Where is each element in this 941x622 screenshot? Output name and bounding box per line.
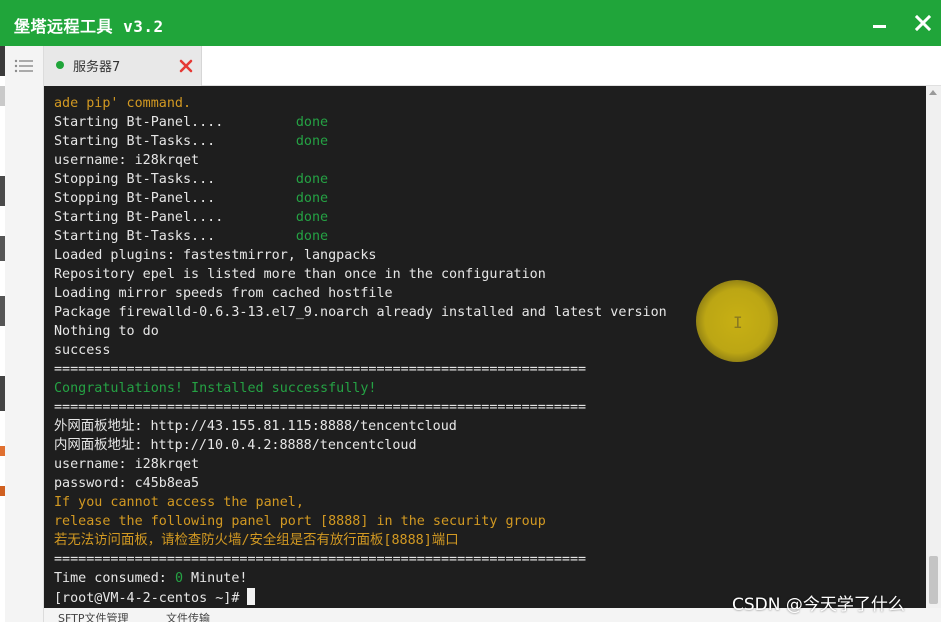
terminal-line: Stopping Bt-Panel... done	[54, 189, 921, 208]
close-window-button[interactable]	[906, 6, 940, 40]
terminal-line-text: Repository epel is listed more than once…	[54, 267, 546, 282]
terminal-line-text: Congratulations! Installed successfully!	[54, 381, 377, 396]
tab-server[interactable]: 服务器7	[44, 46, 202, 86]
terminal-line-text: Starting Bt-Tasks...	[54, 229, 216, 244]
terminal-line: Repository epel is listed more than once…	[54, 265, 921, 284]
terminal-line-text: If you cannot access the panel,	[54, 495, 304, 510]
menu-icon[interactable]	[14, 58, 34, 74]
watermark: CSDN @今天学了什么	[732, 595, 905, 615]
terminal-line: If you cannot access the panel,	[54, 493, 921, 512]
status-done: done	[295, 115, 329, 130]
tab-file-transfer[interactable]: 文件传输	[166, 610, 210, 622]
terminal-line: ade pip' command.	[54, 94, 921, 113]
terminal-line-text: ========================================…	[54, 552, 587, 567]
terminal-line-text: Stopping Bt-Tasks...	[54, 172, 216, 187]
terminal-line-text: Package firewalld-0.6.3-13.el7_9.noarch …	[54, 305, 667, 320]
terminal-line: ========================================…	[54, 360, 921, 379]
terminal-line-text: release the following panel port [8888] …	[54, 514, 546, 529]
terminal-line-text: Starting Bt-Panel....	[54, 115, 224, 130]
terminal-line-text: success	[54, 343, 111, 358]
status-done: done	[295, 191, 329, 206]
terminal-line: 外网面板地址: http://43.155.81.115:8888/tencen…	[54, 417, 921, 436]
tab-sftp[interactable]: SFTP文件管理	[58, 610, 128, 622]
close-icon	[915, 15, 931, 31]
terminal-line-text: [root@VM-4-2-centos ~]#	[54, 591, 248, 606]
terminal-output: ade pip' command. Starting Bt-Panel.... d…	[54, 94, 921, 607]
terminal-line: ========================================…	[54, 398, 921, 417]
time-consumed-value: 0	[174, 571, 183, 586]
terminal-line-text: password: c45b8ea5	[54, 476, 200, 491]
text-cursor-icon: I	[733, 313, 743, 332]
terminal-line: Starting Bt-Panel.... done	[54, 208, 921, 227]
terminal-cursor	[247, 588, 256, 605]
terminal-line: 若无法访问面板，请检查防火墙/安全组是否有放行面板[8888]端口	[54, 531, 921, 550]
sidebar	[5, 46, 44, 622]
terminal-view[interactable]: ade pip' command. Starting Bt-Panel.... d…	[44, 86, 941, 608]
tab-bar: 服务器7	[44, 46, 941, 86]
tab-label: 服务器7	[73, 60, 121, 75]
terminal-line: Starting Bt-Tasks... done	[54, 227, 921, 246]
terminal-line-text: Starting Bt-Panel....	[54, 210, 224, 225]
terminal-line: Stopping Bt-Tasks... done	[54, 170, 921, 189]
terminal-line-text: Stopping Bt-Panel...	[54, 191, 216, 206]
scroll-up-icon[interactable]	[929, 90, 937, 95]
status-done: done	[295, 229, 329, 244]
terminal-line-text: 若无法访问面板，请检查防火墙/安全组是否有放行面板[8888]端口	[54, 533, 459, 548]
terminal-line-text: username: i28krqet	[54, 153, 200, 168]
terminal-line: Loaded plugins: fastestmirror, langpacks	[54, 246, 921, 265]
status-done: done	[295, 210, 329, 225]
terminal-line-text: Loading mirror speeds from cached hostfi…	[54, 286, 393, 301]
terminal-line-text: 内网面板地址: http://10.0.4.2:8888/tencentclou…	[54, 438, 417, 453]
terminal-line: release the following panel port [8888] …	[54, 512, 921, 531]
terminal-line: Congratulations! Installed successfully!	[54, 379, 921, 398]
terminal-line-text: Time consumed:	[54, 571, 175, 586]
terminal-scrollbar[interactable]	[926, 86, 941, 608]
terminal-line: Loading mirror speeds from cached hostfi…	[54, 284, 921, 303]
terminal-line: 内网面板地址: http://10.0.4.2:8888/tencentclou…	[54, 436, 921, 455]
time-consumed-suffix: Minute!	[183, 571, 248, 586]
app-title: 堡塔远程工具 v3.2	[14, 17, 164, 36]
terminal-line: ========================================…	[54, 550, 921, 569]
terminal-line-text: Loaded plugins: fastestmirror, langpacks	[54, 248, 377, 263]
terminal-line: Package firewalld-0.6.3-13.el7_9.noarch …	[54, 303, 921, 322]
terminal-line-text: ========================================…	[54, 400, 587, 415]
close-tab-icon[interactable]	[176, 56, 196, 76]
terminal-line: password: c45b8ea5	[54, 474, 921, 493]
terminal-line-text: ========================================…	[54, 362, 587, 377]
terminal-line-text: 外网面板地址: http://43.155.81.115:8888/tencen…	[54, 419, 457, 434]
connection-status-icon	[56, 61, 64, 69]
terminal-line-text: username: i28krqet	[54, 457, 200, 472]
status-done: done	[295, 172, 329, 187]
status-done: done	[295, 134, 329, 149]
terminal-line-text: ade pip' command.	[54, 96, 192, 111]
minimize-button[interactable]	[862, 6, 896, 40]
scroll-thumb[interactable]	[929, 556, 938, 604]
terminal-line: username: i28krqet	[54, 455, 921, 474]
minimize-icon	[872, 24, 886, 28]
terminal-line: Starting Bt-Tasks... done	[54, 132, 921, 151]
terminal-line: username: i28krqet	[54, 151, 921, 170]
terminal-line: Nothing to do	[54, 322, 921, 341]
terminal-line: Starting Bt-Panel.... done	[54, 113, 921, 132]
terminal-line: success	[54, 341, 921, 360]
terminal-line-text: Starting Bt-Tasks...	[54, 134, 216, 149]
terminal-line-text: Nothing to do	[54, 324, 159, 339]
terminal-line: Time consumed: 0 Minute!	[54, 569, 921, 588]
title-bar: 堡塔远程工具 v3.2	[0, 0, 941, 46]
